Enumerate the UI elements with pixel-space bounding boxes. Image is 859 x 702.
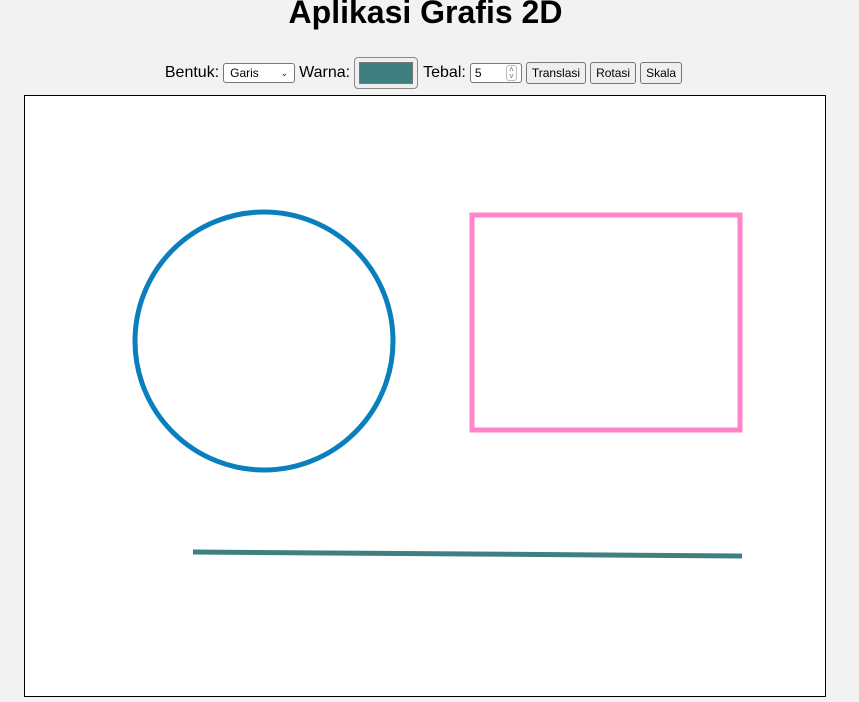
thickness-input[interactable]: 5 ˄ ˅ bbox=[469, 63, 522, 83]
shape-circle bbox=[132, 209, 396, 473]
shape-select-value: Garis bbox=[230, 66, 259, 80]
color-picker[interactable] bbox=[354, 57, 419, 89]
toolbar: Bentuk: Garis ⌄ Warna: Tebal: 5 ˄ ˅ Trans… bbox=[0, 53, 851, 93]
color-label: Warna: bbox=[299, 64, 351, 81]
scale-button[interactable]: Skala bbox=[640, 62, 683, 84]
spinner-icon[interactable]: ˄ ˅ bbox=[506, 65, 517, 81]
chevron-down-icon: ⌄ bbox=[280, 67, 289, 78]
shape-label: Bentuk: bbox=[164, 64, 220, 81]
color-swatch bbox=[359, 62, 414, 84]
shape-line bbox=[192, 549, 743, 559]
drawing-canvas[interactable] bbox=[24, 95, 826, 697]
page-title: Aplikasi Grafis 2D bbox=[288, 0, 563, 30]
shape-rectangle bbox=[469, 212, 743, 433]
thickness-value: 5 bbox=[474, 66, 482, 80]
canvas-svg bbox=[132, 209, 743, 559]
translate-button[interactable]: Translasi bbox=[525, 62, 587, 84]
rotate-button[interactable]: Rotasi bbox=[590, 62, 637, 84]
thickness-label: Tebal: bbox=[423, 64, 466, 81]
shape-select[interactable]: Garis ⌄ bbox=[223, 63, 296, 83]
